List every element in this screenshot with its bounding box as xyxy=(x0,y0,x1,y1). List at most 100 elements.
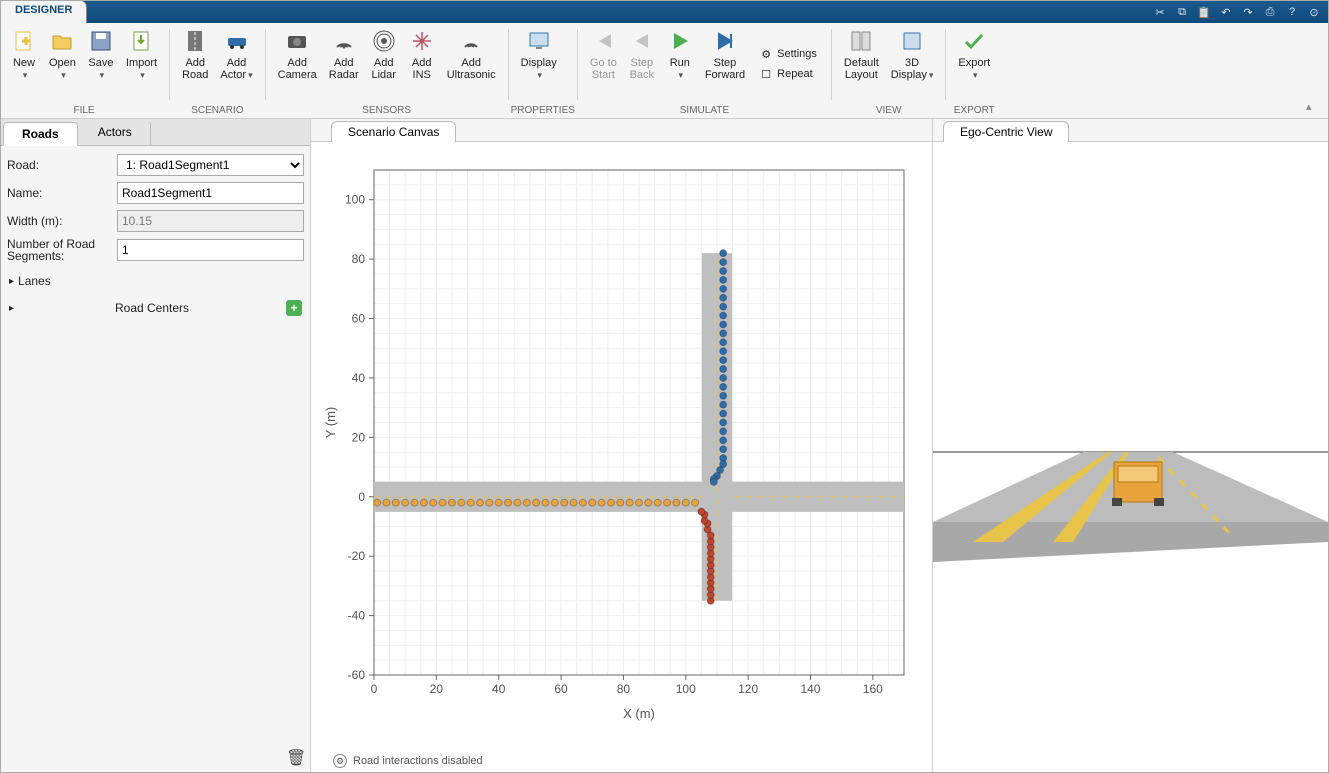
camera-icon xyxy=(285,29,309,53)
settings-option[interactable]: ⚙Settings xyxy=(759,47,817,61)
add-camera-button[interactable]: Add Camera xyxy=(272,25,323,103)
undo-icon[interactable]: ↶ xyxy=(1218,4,1234,20)
ribbon-group-simulate: Go to Start Step Back Run Step Forward ⚙… xyxy=(580,23,829,118)
svg-text:80: 80 xyxy=(617,682,631,696)
ego-view[interactable] xyxy=(933,142,1328,772)
add-ins-button[interactable]: Add INS xyxy=(403,25,441,103)
add-ultrasonic-button[interactable]: Add Ultrasonic xyxy=(441,25,502,103)
svg-text:20: 20 xyxy=(430,682,444,696)
import-button[interactable]: Import xyxy=(120,25,163,103)
ribbon-group-scenario: Add Road Add Actor SCENARIO xyxy=(172,23,263,118)
titlebar: DESIGNER ✂ ⧉ 📋 ↶ ↷ ⎙ ? ⊙ xyxy=(1,1,1328,23)
ego-panel: Ego-Centric View xyxy=(933,119,1328,772)
open-button[interactable]: Open xyxy=(43,25,82,103)
ribbon-group-view-label: VIEW xyxy=(834,103,943,118)
open-icon xyxy=(50,29,74,53)
ego-tab[interactable]: Ego-Centric View xyxy=(943,121,1069,142)
delete-button[interactable]: 🗑 xyxy=(286,748,304,766)
repeat-label: Repeat xyxy=(777,68,812,80)
repeat-option[interactable]: ☐ Repeat xyxy=(759,67,817,81)
step-back-icon xyxy=(630,29,654,53)
add-ins-label: Add INS xyxy=(412,57,432,81)
step-back-button[interactable]: Step Back xyxy=(623,25,661,103)
ribbon-group-sensors: Add Camera Add Radar Add Lidar Add INS A… xyxy=(268,23,506,118)
tab-actors[interactable]: Actors xyxy=(80,121,151,145)
help-icon[interactable]: ? xyxy=(1284,4,1300,20)
add-center-button[interactable]: + xyxy=(286,300,302,316)
road-icon xyxy=(183,29,207,53)
run-button[interactable]: Run xyxy=(661,25,699,103)
new-icon xyxy=(12,29,36,53)
add-actor-button[interactable]: Add Actor xyxy=(214,25,258,103)
run-label: Run xyxy=(670,57,690,69)
svg-text:140: 140 xyxy=(800,682,820,696)
save-button[interactable]: Save xyxy=(82,25,120,103)
ribbon-group-export: Export EXPORT xyxy=(948,23,1000,118)
goto-start-button[interactable]: Go to Start xyxy=(584,25,623,103)
ultrasonic-icon xyxy=(459,29,483,53)
width-label: Width (m): xyxy=(7,214,117,228)
default-layout-button[interactable]: Default Layout xyxy=(838,25,885,103)
default-layout-label: Default Layout xyxy=(844,57,879,81)
redo-icon[interactable]: ↷ xyxy=(1240,4,1256,20)
ribbon-group-file: New Open Save Import FILE xyxy=(1,23,167,118)
import-icon xyxy=(130,29,154,53)
app-tab-designer[interactable]: DESIGNER xyxy=(1,1,87,23)
svg-text:X (m): X (m) xyxy=(623,706,655,721)
lanes-section[interactable]: Lanes xyxy=(7,268,304,294)
segments-input[interactable] xyxy=(117,239,304,261)
svg-text:60: 60 xyxy=(554,682,568,696)
svg-text:-60: -60 xyxy=(348,668,366,682)
properties-panel: Roads Actors Road: 1: Road1Segment1 Name… xyxy=(1,119,311,772)
ins-icon xyxy=(410,29,434,53)
paste-icon[interactable]: 📋 xyxy=(1196,4,1212,20)
road-centers-section[interactable]: Road Centers + xyxy=(7,294,304,322)
canvas-tab[interactable]: Scenario Canvas xyxy=(331,121,456,142)
open-label: Open xyxy=(49,57,76,69)
collapse-ribbon-button[interactable]: ▴ xyxy=(1306,100,1322,116)
add-lidar-button[interactable]: Add Lidar xyxy=(365,25,403,103)
copy-icon[interactable]: ⧉ xyxy=(1174,4,1190,20)
gear-icon[interactable]: ⚙ xyxy=(333,754,347,768)
width-input xyxy=(117,210,304,232)
road-select[interactable]: 1: Road1Segment1 xyxy=(117,154,304,176)
svg-text:100: 100 xyxy=(345,193,365,207)
new-button[interactable]: New xyxy=(5,25,43,103)
add-lidar-label: Add Lidar xyxy=(371,57,395,81)
display-button[interactable]: Display xyxy=(515,25,563,103)
svg-text:120: 120 xyxy=(738,682,758,696)
3d-display-button[interactable]: 3D Display xyxy=(885,25,940,103)
export-button[interactable]: Export xyxy=(952,25,996,103)
repeat-icon: ☐ xyxy=(759,67,773,81)
goto-start-label: Go to Start xyxy=(590,57,617,81)
import-label: Import xyxy=(126,57,157,69)
ribbon-group-properties: Display PROPERTIES xyxy=(511,23,575,118)
lanes-label: Lanes xyxy=(18,274,51,288)
footer-text: Road interactions disabled xyxy=(353,755,483,767)
play-icon xyxy=(668,29,692,53)
svg-text:0: 0 xyxy=(371,682,378,696)
ribbon: New Open Save Import FILE xyxy=(1,23,1328,119)
svg-text:0: 0 xyxy=(358,490,365,504)
name-input[interactable] xyxy=(117,182,304,204)
cut-icon[interactable]: ✂ xyxy=(1152,4,1168,20)
skip-back-icon xyxy=(591,29,615,53)
svg-text:-20: -20 xyxy=(348,549,366,563)
step-forward-button[interactable]: Step Forward xyxy=(699,25,751,103)
ribbon-group-export-label: EXPORT xyxy=(948,103,1000,118)
svg-text:60: 60 xyxy=(352,312,366,326)
options-icon[interactable]: ⊙ xyxy=(1306,4,1322,20)
svg-text:-40: -40 xyxy=(348,609,366,623)
add-radar-button[interactable]: Add Radar xyxy=(323,25,365,103)
ribbon-group-properties-label: PROPERTIES xyxy=(511,103,575,118)
add-camera-label: Add Camera xyxy=(278,57,317,81)
add-road-button[interactable]: Add Road xyxy=(176,25,214,103)
print-icon[interactable]: ⎙ xyxy=(1262,4,1278,20)
ribbon-group-scenario-label: SCENARIO xyxy=(172,103,263,118)
tab-roads[interactable]: Roads xyxy=(3,122,78,146)
scenario-canvas[interactable]: 020406080100120140160-60-40-200204060801… xyxy=(311,142,932,772)
step-back-label: Step Back xyxy=(630,57,654,81)
quick-access-toolbar: ✂ ⧉ 📋 ↶ ↷ ⎙ ? ⊙ xyxy=(1146,1,1328,23)
canvas-panel: Scenario Canvas 020406080100120140160-60… xyxy=(311,119,933,772)
save-label: Save xyxy=(88,57,113,69)
